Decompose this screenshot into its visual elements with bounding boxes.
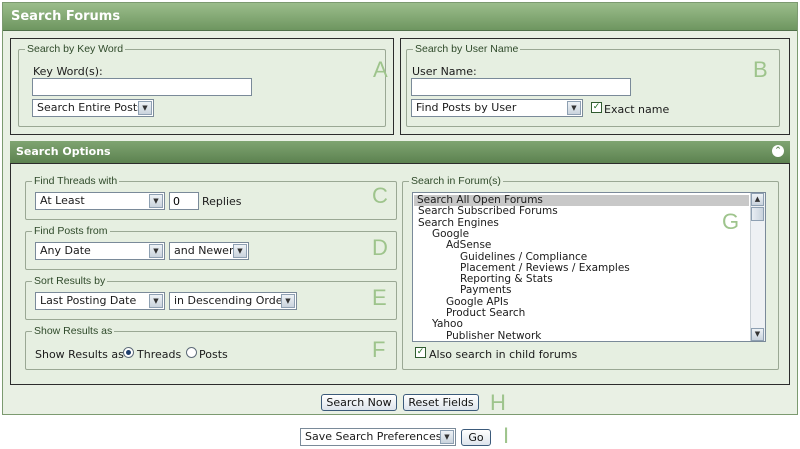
username-label: User Name:: [412, 65, 477, 78]
chevron-down-icon: ▼: [233, 244, 247, 258]
collapse-icon[interactable]: ⌃: [772, 145, 784, 157]
username-panel: Search by User Name B User Name: Find Po…: [400, 38, 790, 135]
exact-name-label: Exact name: [604, 103, 670, 116]
replies-label: Replies: [202, 195, 242, 208]
forum-list-item[interactable]: Payments: [415, 285, 511, 296]
exact-name-checkbox[interactable]: ✓: [591, 102, 602, 113]
sort-order-value: in Descending Order: [174, 294, 288, 307]
chevron-down-icon: ▼: [149, 294, 163, 308]
keyword-legend: Search by Key Word: [27, 43, 124, 55]
forum-list-item[interactable]: Guidelines / Compliance: [415, 251, 587, 263]
show-results-label: Show Results as: [35, 348, 124, 361]
marker-c: C: [372, 183, 388, 208]
threads-radio-label: Threads: [137, 348, 182, 361]
scroll-down-icon[interactable]: ▼: [751, 328, 764, 341]
search-in-forums-legend: Search in Forum(s): [411, 175, 501, 187]
marker-h: H: [490, 390, 506, 415]
preferences-value: Save Search Preferences: [305, 430, 442, 443]
forum-list-item[interactable]: AdSense: [415, 240, 491, 251]
forum-listbox[interactable]: Search All Open Forums Search Subscribed …: [412, 192, 766, 342]
forum-scrollbar[interactable]: ▲ ▼: [750, 193, 765, 341]
search-scope-value: Search Entire Posts: [37, 101, 143, 114]
search-scope-select[interactable]: Search Entire Posts ▼: [32, 99, 154, 117]
show-results-legend: Show Results as: [34, 325, 113, 337]
user-mode-value: Find Posts by User: [416, 101, 517, 114]
keyword-panel: Search by Key Word A Key Word(s): Search…: [10, 38, 394, 135]
threads-radio[interactable]: [123, 347, 134, 358]
posts-radio-label: Posts: [199, 348, 228, 361]
chevron-down-icon: ▼: [149, 244, 163, 258]
keyword-label: Key Word(s):: [33, 65, 103, 78]
sort-field-select[interactable]: Last Posting Date ▼: [35, 292, 165, 310]
reset-fields-button[interactable]: Reset Fields: [403, 394, 479, 411]
marker-d: D: [372, 235, 388, 260]
marker-b: B: [753, 57, 768, 82]
page-title: Search Forums: [3, 3, 797, 31]
forum-list-item[interactable]: Search Engines: [415, 217, 499, 229]
preferences-select[interactable]: Save Search Preferences ▼: [300, 428, 456, 446]
forum-list-item[interactable]: Yahoo: [415, 319, 463, 330]
reply-count-input[interactable]: [169, 192, 199, 210]
user-mode-select[interactable]: Find Posts by User ▼: [411, 99, 583, 117]
username-input[interactable]: [411, 78, 631, 96]
reply-qualifier-select[interactable]: At Least ▼: [35, 192, 165, 210]
go-button[interactable]: Go: [461, 429, 491, 446]
chevron-down-icon: ▼: [149, 194, 163, 208]
reply-qualifier-value: At Least: [40, 194, 85, 207]
sort-field-value: Last Posting Date: [40, 294, 137, 307]
search-now-button[interactable]: Search Now: [321, 394, 397, 411]
keyword-input[interactable]: [32, 78, 252, 96]
date-direction-select[interactable]: and Newer ▼: [169, 242, 249, 260]
forum-list-item[interactable]: Publisher Network: [415, 330, 541, 341]
marker-a: A: [373, 57, 388, 82]
marker-i: I: [503, 423, 510, 448]
sort-order-select[interactable]: in Descending Order ▼: [169, 292, 297, 310]
chevron-down-icon: ▼: [281, 294, 295, 308]
scroll-up-icon[interactable]: ▲: [751, 193, 764, 206]
marker-g: G: [722, 209, 740, 234]
forum-list-item[interactable]: Search Subscribed Forums: [415, 206, 558, 217]
chevron-down-icon: ▼: [138, 101, 152, 115]
find-threads-legend: Find Threads with: [34, 175, 118, 187]
post-date-value: Any Date: [40, 244, 91, 257]
chevron-down-icon: ▼: [567, 101, 581, 115]
marker-e: E: [372, 285, 387, 310]
child-forums-checkbox[interactable]: ✓: [415, 347, 426, 358]
search-options-header: Search Options ⌃: [10, 141, 790, 163]
marker-f: F: [372, 337, 386, 362]
chevron-down-icon: ▼: [440, 430, 454, 444]
child-forums-label: Also search in child forums: [429, 348, 578, 361]
scroll-thumb[interactable]: [751, 207, 764, 221]
find-posts-legend: Find Posts from: [34, 225, 108, 237]
date-direction-value: and Newer: [174, 244, 234, 257]
post-date-select[interactable]: Any Date ▼: [35, 242, 165, 260]
sort-results-legend: Sort Results by: [34, 275, 106, 287]
search-options-title: Search Options: [16, 145, 111, 158]
username-legend: Search by User Name: [415, 43, 519, 55]
posts-radio[interactable]: [186, 347, 197, 358]
